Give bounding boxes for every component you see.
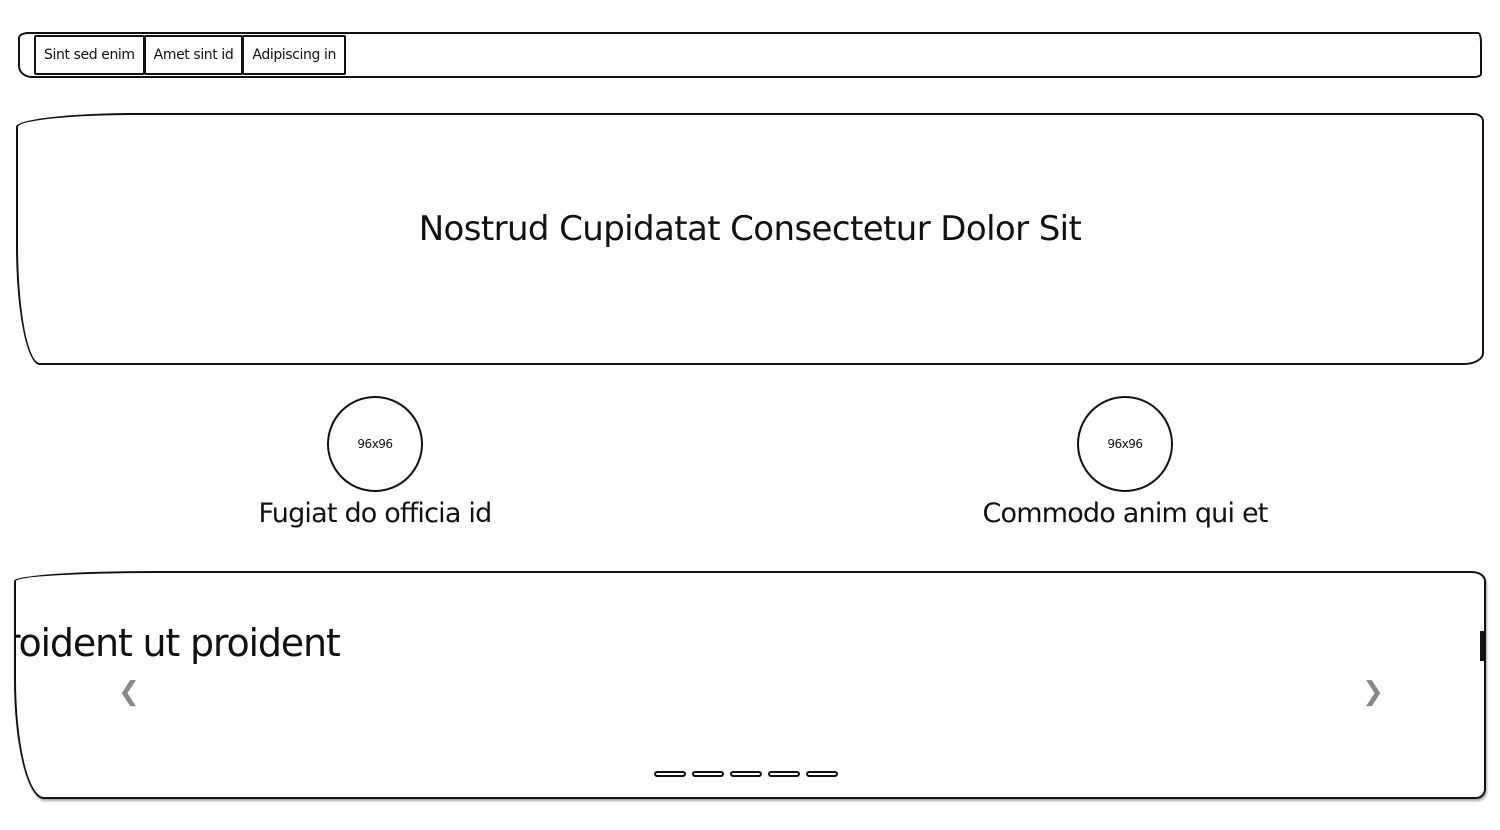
nav-tabs: Sint sed enim Amet sint id Adipiscing in: [34, 35, 346, 75]
carousel-prev-button[interactable]: ❮: [114, 677, 144, 707]
chevron-right-icon: ❯: [1362, 677, 1384, 707]
carousel-indicator[interactable]: [730, 771, 762, 777]
page: Sint sed enim Amet sint id Adipiscing in…: [0, 0, 1500, 830]
image-placeholder-label: 96x96: [357, 437, 393, 451]
carousel-next-button[interactable]: ❯: [1358, 677, 1388, 707]
hero-banner: Nostrud Cupidatat Consectetur Dolor Sit: [16, 113, 1484, 365]
nav-tab-sint-sed-enim[interactable]: Sint sed enim: [34, 35, 145, 75]
carousel-indicator[interactable]: [654, 771, 686, 777]
carousel: proident ut proident ❮ ❯: [14, 571, 1486, 799]
feature-item: 96x96 Fugiat do officia id: [175, 396, 575, 529]
top-navbar: Sint sed enim Amet sint id Adipiscing in: [18, 32, 1482, 78]
image-placeholder: 96x96: [327, 396, 423, 492]
hero-title: Nostrud Cupidatat Consectetur Dolor Sit: [418, 209, 1082, 249]
carousel-indicators: [654, 771, 838, 777]
feature-caption: Fugiat do officia id: [258, 498, 493, 529]
carousel-indicator[interactable]: [806, 771, 838, 777]
chevron-left-icon: ❮: [118, 677, 140, 707]
next-slide-edge: [1480, 631, 1484, 661]
carousel-indicator[interactable]: [768, 771, 800, 777]
carousel-slide-text: proident ut proident: [14, 621, 341, 665]
feature-item: 96x96 Commodo anim qui et: [925, 396, 1325, 529]
nav-tab-amet-sint-id[interactable]: Amet sint id: [143, 35, 244, 75]
nav-tab-adipiscing-in[interactable]: Adipiscing in: [242, 35, 346, 75]
feature-caption: Commodo anim qui et: [982, 498, 1268, 529]
image-placeholder-label: 96x96: [1107, 437, 1143, 451]
image-placeholder: 96x96: [1077, 396, 1173, 492]
carousel-indicator[interactable]: [692, 771, 724, 777]
